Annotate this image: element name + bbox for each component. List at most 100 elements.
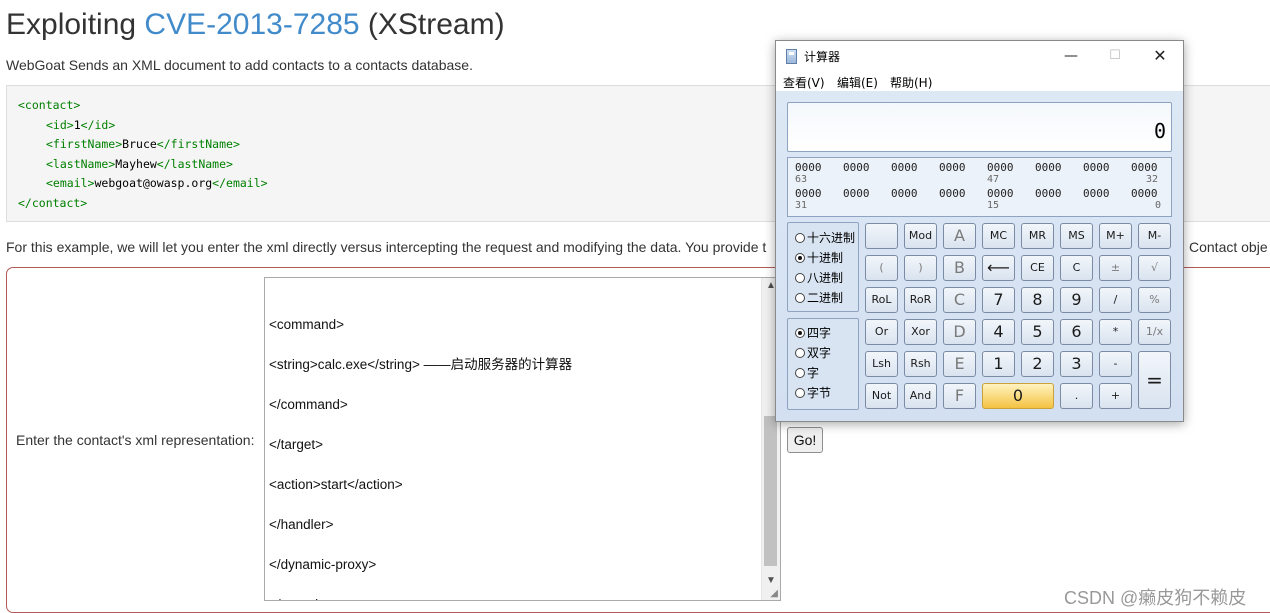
- radio-dot-icon[interactable]: [795, 293, 805, 303]
- xml-open-tag: <firstName>: [46, 137, 123, 151]
- key-mplus[interactable]: M+: [1099, 223, 1132, 249]
- base-radio-2[interactable]: 八进制: [795, 269, 843, 286]
- menu-help[interactable]: 帮助(H): [890, 74, 932, 91]
- key-eight[interactable]: 8: [1021, 287, 1054, 313]
- minimize-icon[interactable]: —: [1056, 45, 1086, 67]
- key-mr[interactable]: MR: [1021, 223, 1054, 249]
- base-radio-3[interactable]: 二进制: [795, 289, 843, 306]
- xml-textarea-content: <command> <string>calc.exe</string> ——启动服…: [269, 278, 572, 600]
- key-c[interactable]: C: [1060, 255, 1093, 281]
- key-four[interactable]: 4: [982, 319, 1015, 345]
- close-icon[interactable]: ✕: [1145, 45, 1175, 67]
- key-ce[interactable]: CE: [1021, 255, 1054, 281]
- key-two[interactable]: 2: [1021, 351, 1054, 377]
- menu-edit[interactable]: 编辑(E): [837, 74, 878, 91]
- radio-dot-icon[interactable]: [795, 328, 805, 338]
- key-mod[interactable]: Mod: [904, 223, 937, 249]
- key-f[interactable]: F: [943, 383, 976, 409]
- key-mc[interactable]: MC: [982, 223, 1015, 249]
- bit-group: 0000: [1083, 161, 1110, 174]
- key-six[interactable]: 6: [1060, 319, 1093, 345]
- xml-open-tag: <id>: [46, 117, 74, 132]
- key-plusminus[interactable]: ±: [1099, 255, 1132, 281]
- key-and[interactable]: And: [904, 383, 937, 409]
- xml-textarea-line: </handler>: [269, 517, 334, 532]
- key-eq[interactable]: =: [1138, 351, 1171, 409]
- radio-dot-icon[interactable]: [795, 368, 805, 378]
- xml-close-tag: </firstName>: [156, 137, 240, 151]
- key-three[interactable]: 3: [1060, 351, 1093, 377]
- radio-dot-icon[interactable]: [795, 388, 805, 398]
- calculator-title: 计算器: [804, 50, 841, 64]
- key-five[interactable]: 5: [1021, 319, 1054, 345]
- key-lparen[interactable]: (: [865, 255, 898, 281]
- menu-view[interactable]: 查看(V): [783, 74, 825, 91]
- key-plus[interactable]: +: [1099, 383, 1132, 409]
- key-one[interactable]: 1: [982, 351, 1015, 377]
- go-button[interactable]: Go!: [787, 427, 823, 453]
- key-b[interactable]: B: [943, 255, 976, 281]
- bit-group: 0000: [1131, 187, 1158, 200]
- bit-index-label: 32: [1146, 174, 1159, 185]
- radio-dot-icon[interactable]: [795, 273, 805, 283]
- key-div[interactable]: /: [1099, 287, 1132, 313]
- key-mul[interactable]: *: [1099, 319, 1132, 345]
- watermark: CSDN @癞皮狗不赖皮: [1064, 588, 1247, 608]
- key-minus[interactable]: -: [1099, 351, 1132, 377]
- base-radio-1[interactable]: 十进制: [795, 249, 843, 266]
- radio-dot-icon[interactable]: [795, 253, 805, 263]
- key-rparen[interactable]: ): [904, 255, 937, 281]
- bit-group: 0000: [891, 161, 918, 174]
- key-hex-c[interactable]: C: [943, 287, 976, 313]
- key-recip[interactable]: 1/x: [1138, 319, 1171, 345]
- word-radio-3[interactable]: 字节: [795, 384, 831, 401]
- key-rsh[interactable]: Rsh: [904, 351, 937, 377]
- bit-group: 0000: [795, 161, 822, 174]
- key-sqrt[interactable]: √: [1138, 255, 1171, 281]
- key-mminus[interactable]: M-: [1138, 223, 1171, 249]
- key-or[interactable]: Or: [865, 319, 898, 345]
- title-prefix: Exploiting: [6, 8, 145, 41]
- radio-dot-icon[interactable]: [795, 348, 805, 358]
- key-blank[interactable]: [865, 223, 898, 249]
- xml-textarea-line: </sorted-set>: [269, 585, 572, 600]
- cve-link[interactable]: CVE-2013-7285: [144, 8, 359, 41]
- key-pct[interactable]: %: [1138, 287, 1171, 313]
- key-zero[interactable]: 0: [982, 383, 1054, 409]
- key-lsh[interactable]: Lsh: [865, 351, 898, 377]
- scrollbar-thumb[interactable]: [764, 416, 777, 566]
- bit-group: 0000: [939, 161, 966, 174]
- scroll-down-icon[interactable]: ▼: [762, 575, 780, 586]
- bit-group: 0000: [1035, 161, 1062, 174]
- maximize-icon[interactable]: ☐: [1100, 45, 1130, 67]
- resize-grip-icon[interactable]: ◢: [770, 588, 778, 599]
- bit-group: 0000: [1035, 187, 1062, 200]
- key-a[interactable]: A: [943, 223, 976, 249]
- base-radio-group: 十六进制十进制八进制二进制: [787, 222, 859, 312]
- bit-group: 0000: [987, 161, 1014, 174]
- key-dot[interactable]: .: [1060, 383, 1093, 409]
- word-size-radio-group: 四字 双字字字节: [787, 318, 859, 410]
- key-xor[interactable]: Xor: [904, 319, 937, 345]
- base-radio-0[interactable]: 十六进制: [795, 229, 855, 246]
- key-nine[interactable]: 9: [1060, 287, 1093, 313]
- word-radio-2[interactable]: 字: [795, 364, 819, 381]
- key-back[interactable]: ⟵: [982, 255, 1015, 281]
- key-rol[interactable]: RoL: [865, 287, 898, 313]
- calculator-display: 0: [787, 102, 1172, 152]
- key-ms[interactable]: MS: [1060, 223, 1093, 249]
- xml-textarea[interactable]: <command> <string>calc.exe</string> ——启动服…: [264, 277, 781, 601]
- key-e[interactable]: E: [943, 351, 976, 377]
- calculator-titlebar[interactable]: 计算器 — ☐ ✕: [776, 41, 1183, 71]
- bit-group: 0000: [843, 161, 870, 174]
- word-radio-0[interactable]: 四字: [795, 324, 831, 341]
- calculator-window[interactable]: 计算器 — ☐ ✕ 查看(V) 编辑(E) 帮助(H) 0 0000 0000 00…: [775, 40, 1184, 422]
- word-radio-1[interactable]: 双字: [795, 344, 831, 361]
- key-d[interactable]: D: [943, 319, 976, 345]
- key-ror[interactable]: RoR: [904, 287, 937, 313]
- key-not[interactable]: Not: [865, 383, 898, 409]
- xml-close-tag: </lastName>: [156, 156, 233, 171]
- bit-group: 0000: [1083, 187, 1110, 200]
- key-seven[interactable]: 7: [982, 287, 1015, 313]
- radio-dot-icon[interactable]: [795, 233, 805, 243]
